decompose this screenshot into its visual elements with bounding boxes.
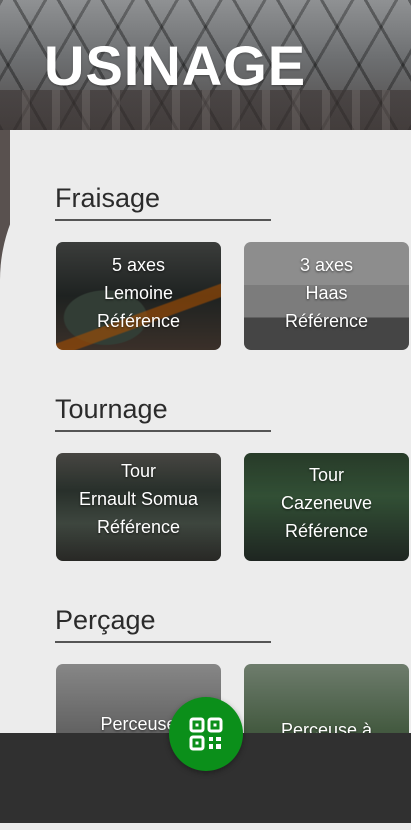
qr-code-icon (189, 717, 223, 751)
section-title-percage: Perçage (55, 605, 156, 635)
card-label-line: Référence (284, 311, 369, 331)
card-label-line: Tour (308, 465, 344, 485)
card-label-line: Lemoine (103, 283, 174, 303)
card-label-line: Référence (96, 311, 181, 331)
card-label-line: 5 axes (111, 255, 166, 275)
section-underline (55, 641, 271, 643)
card-label-line: Cazeneuve (280, 493, 373, 513)
page-title: USINAGE (44, 34, 307, 97)
card-label-line: Tour (120, 461, 156, 481)
machine-card-tour-ernault-somua[interactable]: Tour Ernault Somua Référence (56, 453, 221, 561)
scan-qr-button[interactable] (169, 697, 243, 771)
machine-card-5-axes-lemoine[interactable]: 5 axes Lemoine Référence (56, 242, 221, 350)
card-label-line: Haas (305, 283, 348, 303)
card-label-line: Référence (96, 517, 181, 537)
card-label-line: 3 axes (299, 255, 354, 275)
section-title-tournage: Tournage (55, 394, 168, 424)
machine-card-tour-cazeneuve[interactable]: Tour Cazeneuve Référence (244, 453, 409, 561)
card-label-line: Ernault Somua (78, 489, 199, 509)
section-underline (55, 430, 271, 432)
section-underline (55, 219, 271, 221)
section-title-fraisage: Fraisage (55, 183, 161, 213)
card-label-line: Référence (284, 521, 369, 541)
machine-card-3-axes-haas[interactable]: 3 axes Haas Référence (244, 242, 409, 350)
